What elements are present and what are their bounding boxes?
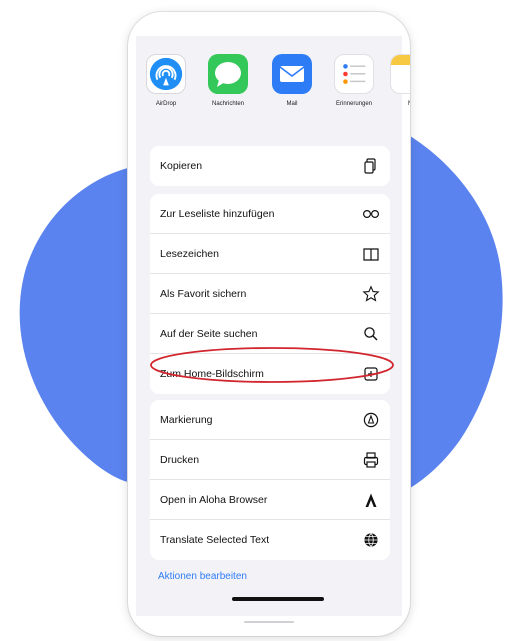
action-label: Kopieren (160, 160, 203, 172)
app-messages[interactable]: Nachrichten (200, 54, 256, 107)
app-row[interactable]: AirDrop Nachrichten Mail Erinnerungen (136, 36, 410, 136)
action-markup[interactable]: Markierung (150, 400, 390, 440)
aloha-icon (365, 493, 377, 507)
phone-frame: AirDrop Nachrichten Mail Erinnerungen Ko… (128, 12, 410, 636)
action-favorite[interactable]: Als Favorit sichern (150, 274, 390, 314)
action-add-reading-list[interactable]: Zur Leseliste hinzufügen (150, 194, 390, 234)
action-group-extensions: Markierung Drucken Open in Aloha Browser (150, 400, 390, 560)
mail-icon (272, 54, 312, 94)
messages-icon (208, 54, 248, 94)
globe-icon (364, 533, 378, 547)
action-print[interactable]: Drucken (150, 440, 390, 480)
printer-icon (363, 452, 379, 468)
app-label: Mail (286, 101, 298, 107)
action-label: Markierung (160, 414, 213, 426)
highlight-ellipse (150, 347, 394, 383)
app-reminders[interactable]: Erinnerungen (326, 54, 382, 107)
action-label: Zur Leseliste hinzufügen (160, 208, 275, 220)
action-label: Drucken (160, 454, 200, 466)
book-icon (363, 248, 379, 261)
home-indicator (232, 597, 324, 601)
app-notes[interactable]: N (382, 54, 410, 107)
action-label: Open in Aloha Browser (160, 494, 268, 506)
action-translate[interactable]: Translate Selected Text (150, 520, 390, 560)
app-label: AirDrop (155, 101, 177, 107)
action-bookmark[interactable]: Lesezeichen (150, 234, 390, 274)
action-open-in-aloha[interactable]: Open in Aloha Browser (150, 480, 390, 520)
app-airdrop[interactable]: AirDrop (138, 54, 194, 107)
action-label: Als Favorit sichern (160, 288, 247, 300)
action-label: Translate Selected Text (160, 534, 270, 546)
app-label: Erinnerungen (335, 101, 373, 107)
app-label: N (382, 101, 410, 107)
reading-list-icon (362, 209, 380, 219)
app-label: Nachrichten (211, 101, 244, 107)
edit-actions-link[interactable]: Aktionen bearbeiten (158, 571, 247, 582)
action-group-copy: Kopieren (150, 146, 390, 186)
notes-icon (390, 54, 410, 94)
copy-icon (364, 158, 376, 174)
reminders-icon (334, 54, 374, 94)
share-sheet: AirDrop Nachrichten Mail Erinnerungen Ko… (136, 36, 410, 616)
star-icon (362, 285, 380, 302)
airdrop-icon (146, 54, 186, 94)
action-label: Lesezeichen (160, 248, 219, 260)
app-mail[interactable]: Mail (264, 54, 320, 107)
action-copy[interactable]: Kopieren (150, 146, 390, 186)
search-icon (364, 327, 378, 341)
phone-chin-bar (244, 621, 294, 623)
markup-icon (363, 412, 379, 428)
